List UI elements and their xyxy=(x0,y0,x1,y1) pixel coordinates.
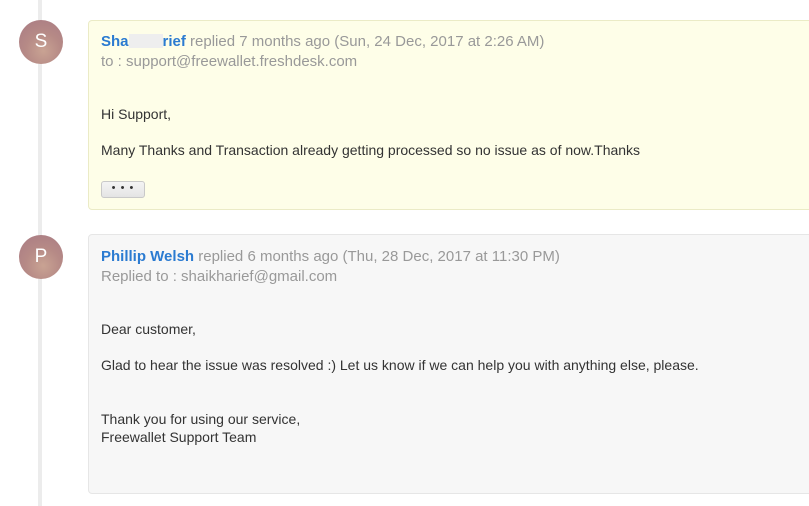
author-name-prefix: Sha xyxy=(101,33,129,50)
redacted-block xyxy=(128,34,163,48)
avatar-letter: P xyxy=(34,246,48,267)
reply-info: replied 7 months ago (Sun, 24 Dec, 2017 … xyxy=(190,33,545,50)
recipient-line: to : support@freewallet.freshdesk.com xyxy=(101,53,358,70)
agent-reply-card: Phillip Welsh replied 6 months ago (Thu,… xyxy=(88,234,809,494)
message-body: Glad to hear the issue was resolved :) L… xyxy=(101,357,699,373)
recipient-line: Replied to : shaikharief@gmail.com xyxy=(101,268,338,285)
avatar[interactable]: P xyxy=(19,235,63,279)
message-greeting: Dear customer, xyxy=(101,321,196,337)
reply-header: Sha rief replied 7 months ago (Sun, 24 De… xyxy=(101,33,544,50)
message-body: Many Thanks and Transaction already gett… xyxy=(101,142,641,158)
author-link[interactable]: Sha rief xyxy=(101,33,186,50)
author-name-suffix: rief xyxy=(162,33,186,50)
message-closing-line: Thank you for using our service, xyxy=(101,411,301,427)
avatar-letter: S xyxy=(34,31,48,52)
message-signature: Freewallet Support Team xyxy=(101,429,257,445)
conversation-thread: S Sha rief replied 7 months ago (Sun, 24 … xyxy=(0,0,809,506)
reply-header: Phillip Welsh replied 6 months ago (Thu,… xyxy=(101,248,560,265)
customer-reply-card: Sha rief replied 7 months ago (Sun, 24 De… xyxy=(88,20,809,210)
show-quoted-text-button[interactable]: • • • xyxy=(101,181,145,198)
message-greeting: Hi Support, xyxy=(101,106,172,122)
reply-info: replied 6 months ago (Thu, 28 Dec, 2017 … xyxy=(198,248,560,265)
avatar[interactable]: S xyxy=(19,20,63,64)
author-link[interactable]: Phillip Welsh xyxy=(101,248,194,265)
